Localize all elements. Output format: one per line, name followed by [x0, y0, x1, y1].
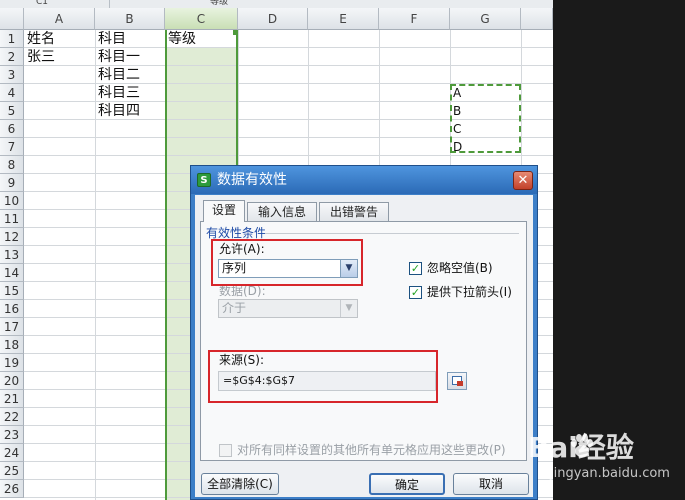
- highlight-allow: [211, 239, 363, 286]
- data-validation-dialog: S 数据有效性 ✕ 设置 输入信息 出错警告 有效性条件 允许(A): 序列 ▼…: [190, 165, 538, 500]
- paw-logo-icon: [571, 434, 593, 457]
- row-header-25[interactable]: 25: [0, 462, 24, 480]
- cell-b1[interactable]: 科目: [95, 30, 126, 48]
- close-icon[interactable]: ✕: [513, 171, 533, 190]
- column-header-h[interactable]: [521, 8, 553, 30]
- chevron-down-icon: ▼: [340, 300, 357, 317]
- tab-settings[interactable]: 设置: [203, 200, 245, 222]
- apply-all-checkbox: [219, 444, 232, 457]
- formula-content: 等级: [210, 0, 229, 7]
- column-header-c[interactable]: C: [165, 8, 238, 30]
- cell-b3[interactable]: 科目二: [95, 66, 140, 84]
- dialog-title: 数据有效性: [217, 172, 287, 188]
- highlight-source: [208, 350, 438, 403]
- dialog-title-bar[interactable]: S 数据有效性 ✕: [191, 166, 537, 194]
- cell-b4[interactable]: 科目三: [95, 84, 140, 102]
- row-header-12[interactable]: 12: [0, 228, 24, 246]
- apply-all-label: 对所有同样设置的其他所有单元格应用这些更改(P): [237, 443, 506, 457]
- row-header-1[interactable]: 1: [0, 30, 24, 48]
- ok-button[interactable]: 确定: [369, 473, 445, 495]
- data-label: 数据(D):: [219, 284, 266, 298]
- ignore-blank-label: 忽略空值(B): [427, 261, 493, 275]
- watermark-url: jingyan.baidu.com: [550, 466, 670, 481]
- row-header-23[interactable]: 23: [0, 426, 24, 444]
- cell-b5[interactable]: 科目四: [95, 102, 140, 120]
- select-all-corner[interactable]: [0, 8, 24, 30]
- gridline: [24, 155, 553, 156]
- row-header-17[interactable]: 17: [0, 318, 24, 336]
- dropdown-arrow-label: 提供下拉箭头(I): [427, 285, 512, 299]
- row-header-4[interactable]: 4: [0, 84, 24, 102]
- cancel-button[interactable]: 取消: [453, 473, 529, 495]
- row-header-21[interactable]: 21: [0, 390, 24, 408]
- data-value: 介于: [222, 301, 247, 315]
- app-icon: S: [197, 173, 211, 187]
- clear-all-button[interactable]: 全部清除(C): [201, 473, 279, 495]
- data-select: 介于 ▼: [218, 299, 358, 318]
- validation-criteria-title: 有效性条件: [206, 226, 267, 240]
- ignore-blank-checkbox[interactable]: ✓: [409, 262, 422, 275]
- cell-a2[interactable]: 张三: [24, 48, 55, 66]
- cell-a1[interactable]: 姓名: [24, 30, 55, 48]
- row-header-19[interactable]: 19: [0, 354, 24, 372]
- row-header-10[interactable]: 10: [0, 192, 24, 210]
- row-header-11[interactable]: 11: [0, 210, 24, 228]
- row-header-2[interactable]: 2: [0, 48, 24, 66]
- row-header-13[interactable]: 13: [0, 246, 24, 264]
- dialog-body: 设置 输入信息 出错警告 有效性条件 允许(A): 序列 ▼ 数据(D): 介于…: [195, 195, 533, 497]
- column-header-g[interactable]: G: [450, 8, 521, 30]
- row-header-6[interactable]: 6: [0, 120, 24, 138]
- row-header-5[interactable]: 5: [0, 102, 24, 120]
- row-header-20[interactable]: 20: [0, 372, 24, 390]
- column-header-a[interactable]: A: [24, 8, 95, 30]
- cell-b2[interactable]: 科目一: [95, 48, 140, 66]
- row-header-3[interactable]: 3: [0, 66, 24, 84]
- row-header-22[interactable]: 22: [0, 408, 24, 426]
- row-header-8[interactable]: 8: [0, 156, 24, 174]
- row-header-9[interactable]: 9: [0, 174, 24, 192]
- row-header-24[interactable]: 24: [0, 444, 24, 462]
- row-header-26[interactable]: 26: [0, 480, 24, 498]
- tab-error-alert[interactable]: 出错警告: [319, 202, 389, 221]
- watermark: Bai经验 jingyan.baidu.com: [528, 426, 685, 486]
- row-header-7[interactable]: 7: [0, 138, 24, 156]
- column-header-f[interactable]: F: [379, 8, 450, 30]
- row-header-16[interactable]: 16: [0, 300, 24, 318]
- column-header-d[interactable]: D: [238, 8, 308, 30]
- row-header-18[interactable]: 18: [0, 336, 24, 354]
- column-header-e[interactable]: E: [308, 8, 379, 30]
- row-header-15[interactable]: 15: [0, 282, 24, 300]
- cell-c1[interactable]: 等级: [165, 30, 196, 48]
- group-divider: [265, 233, 519, 234]
- name-box[interactable]: C1: [0, 0, 110, 8]
- copy-marquee-g4-g7: [450, 84, 521, 153]
- column-header-b[interactable]: B: [95, 8, 165, 30]
- formula-input[interactable]: 等级: [110, 0, 553, 8]
- fill-handle[interactable]: [233, 30, 238, 35]
- dropdown-arrow-checkbox[interactable]: ✓: [409, 286, 422, 299]
- row-header-14[interactable]: 14: [0, 264, 24, 282]
- range-select-icon[interactable]: [447, 372, 467, 390]
- tab-input-message[interactable]: 输入信息: [247, 202, 317, 221]
